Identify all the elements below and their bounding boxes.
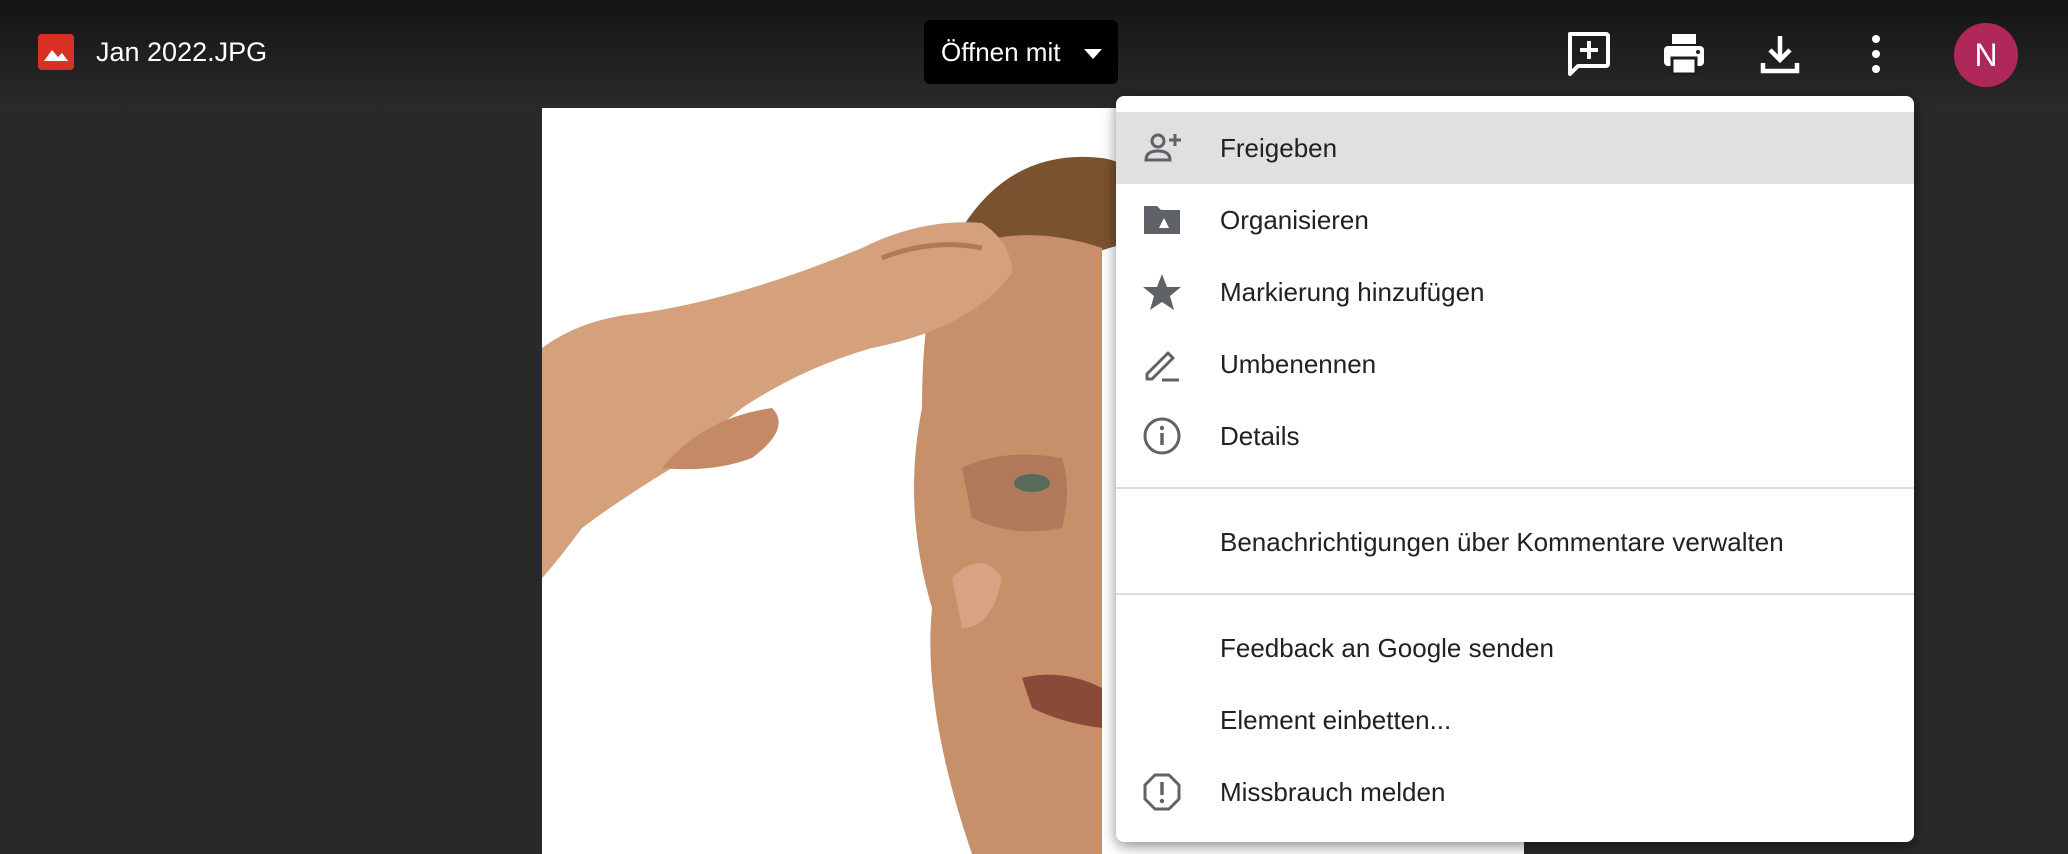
menu-item-label: Freigeben — [1220, 133, 1338, 163]
download-icon[interactable] — [1756, 30, 1804, 78]
menu-item-label: Markierung hinzufügen — [1220, 277, 1485, 307]
person-add-icon — [1144, 133, 1181, 162]
add-comment-icon[interactable] — [1564, 30, 1612, 78]
open-with-label: Öffnen mit — [941, 37, 1061, 67]
menu-item-report-abuse[interactable]: Missbrauch melden — [1116, 756, 1914, 828]
caret-down-icon — [1084, 49, 1102, 59]
rename-pen-icon — [1145, 351, 1179, 382]
more-vert-icon[interactable] — [1852, 30, 1900, 78]
top-bar: Jan 2022.JPG Öffnen mit N — [0, 0, 2068, 108]
menu-item-label: Organisieren — [1220, 205, 1369, 235]
menu-item-label: Element einbetten... — [1220, 705, 1452, 735]
account-avatar[interactable]: N — [1954, 23, 2018, 87]
menu-item-embed[interactable]: Element einbetten... — [1116, 684, 1914, 756]
drive-folder-icon — [1144, 206, 1180, 234]
more-actions-menu: Freigeben Organisieren Markierung hinzuf… — [1116, 96, 1914, 842]
open-with-button[interactable]: Öffnen mit — [924, 20, 1118, 84]
menu-item-details[interactable]: Details — [1116, 400, 1914, 472]
menu-item-rename[interactable]: Umbenennen — [1116, 328, 1914, 400]
menu-item-label: Details — [1220, 421, 1300, 451]
report-icon — [1143, 773, 1181, 811]
menu-item-label: Umbenennen — [1220, 349, 1377, 379]
info-icon — [1143, 417, 1181, 455]
menu-item-feedback[interactable]: Feedback an Google senden — [1116, 612, 1914, 684]
menu-item-label: Missbrauch melden — [1220, 777, 1446, 807]
menu-item-share[interactable]: Freigeben — [1116, 112, 1914, 184]
menu-item-add-star[interactable]: Markierung hinzufügen — [1116, 256, 1914, 328]
menu-item-organize[interactable]: Organisieren — [1116, 184, 1914, 256]
menu-item-label: Feedback an Google senden — [1220, 633, 1554, 663]
menu-divider — [1116, 487, 1914, 489]
image-file-icon — [38, 34, 74, 70]
print-icon[interactable] — [1660, 30, 1708, 78]
star-icon — [1143, 274, 1181, 310]
menu-item-comment-notifications[interactable]: Benachrichtigungen über Kommentare verwa… — [1116, 506, 1914, 578]
menu-divider — [1116, 593, 1914, 595]
menu-item-label: Benachrichtigungen über Kommentare verwa… — [1220, 527, 1784, 557]
file-name: Jan 2022.JPG — [96, 37, 268, 67]
